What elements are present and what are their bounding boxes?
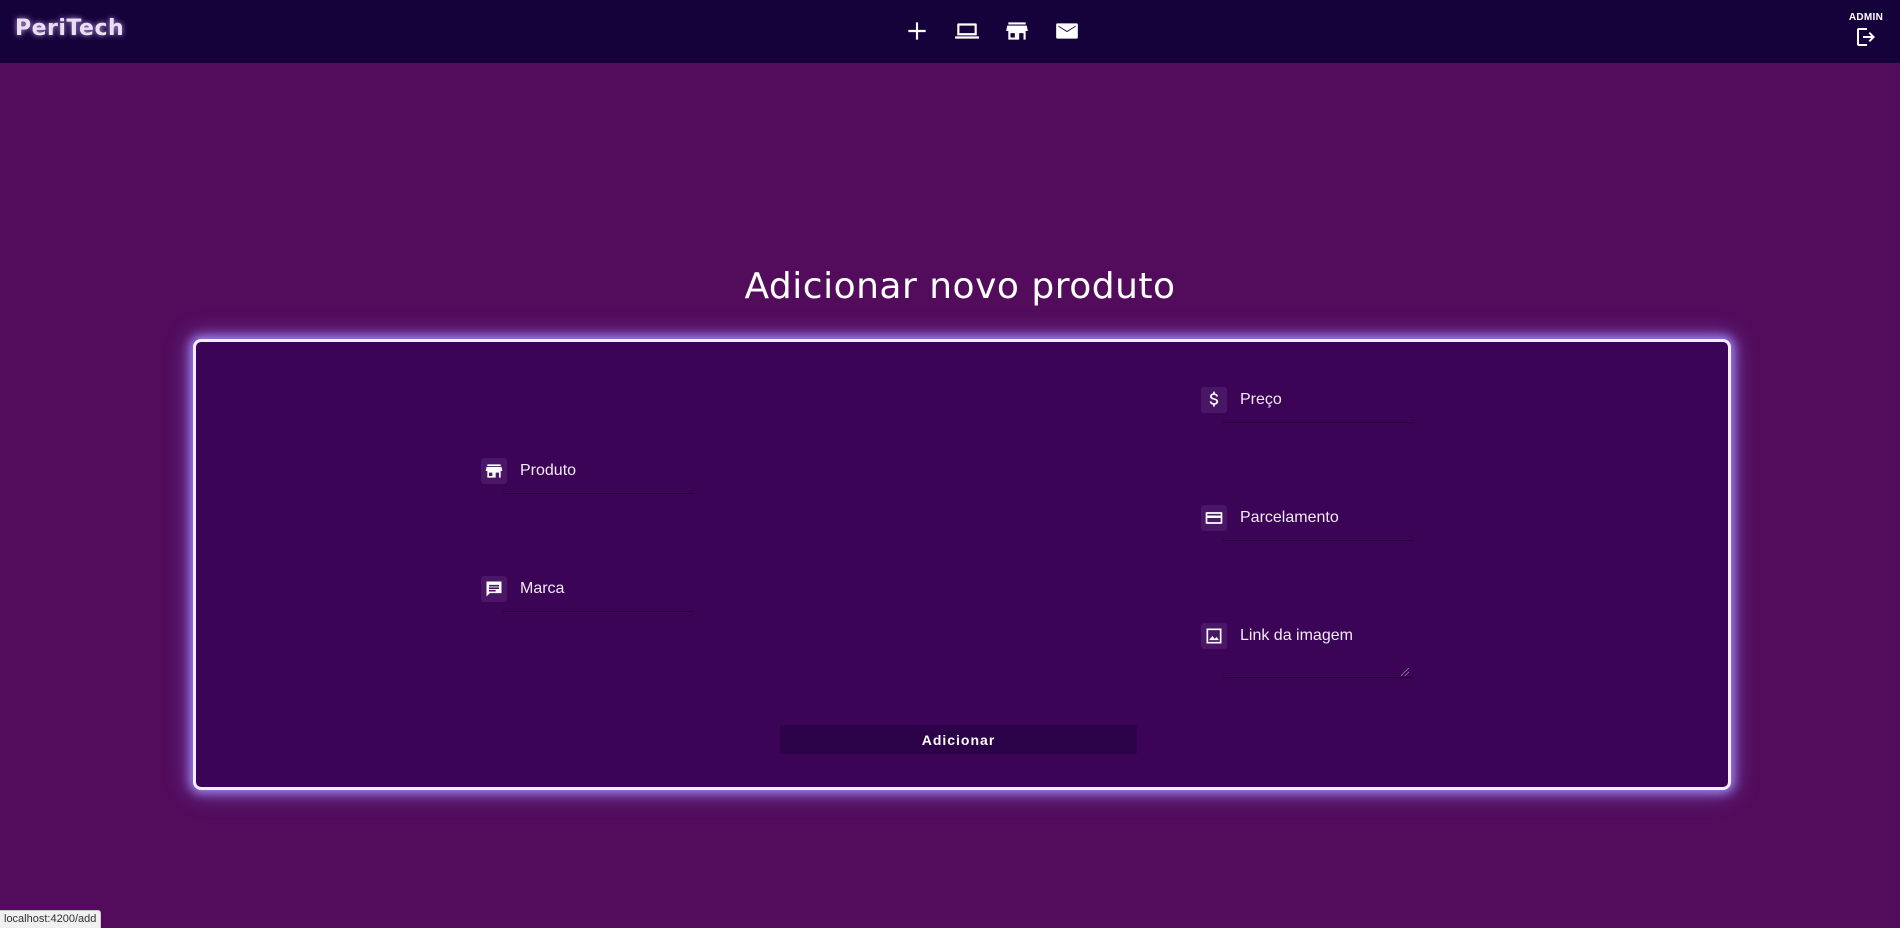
logout-icon[interactable] [1854, 25, 1878, 49]
add-icon[interactable] [903, 17, 931, 45]
preco-label: Preço [1240, 391, 1282, 408]
nav-icon-group [903, 16, 1081, 46]
admin-menu: ADMIN [1844, 12, 1888, 49]
image-icon [1201, 623, 1227, 649]
page-title: Adicionar novo produto [744, 266, 1176, 307]
marca-underline [503, 611, 693, 612]
produto-underline [503, 493, 693, 494]
produto-label: Produto [520, 462, 577, 479]
credit-card-icon [1201, 505, 1227, 531]
imagem-label: Link da imagem [1240, 627, 1353, 644]
add-product-form: Produto Marca Preço Parcelamento Link da… [193, 339, 1731, 790]
mail-icon[interactable] [1053, 17, 1081, 45]
top-navbar: PeriTech ADMIN [0, 0, 1900, 63]
store-icon[interactable] [1003, 17, 1031, 45]
laptop-icon[interactable] [953, 17, 981, 45]
admin-label: ADMIN [1848, 12, 1884, 23]
adicionar-button[interactable]: Adicionar [780, 725, 1137, 754]
dollar-icon [1201, 387, 1227, 413]
status-bar-url: localhost:4200/add [0, 910, 102, 928]
textarea-resize-handle[interactable] [1401, 668, 1409, 676]
comment-icon [481, 576, 507, 602]
marca-label: Marca [520, 580, 565, 597]
parcelamento-label: Parcelamento [1240, 509, 1339, 526]
parcelamento-underline [1223, 540, 1413, 541]
imagem-underline [1223, 677, 1413, 678]
store-icon [481, 458, 507, 484]
preco-underline [1223, 422, 1413, 423]
brand-logo[interactable]: PeriTech [15, 16, 124, 41]
